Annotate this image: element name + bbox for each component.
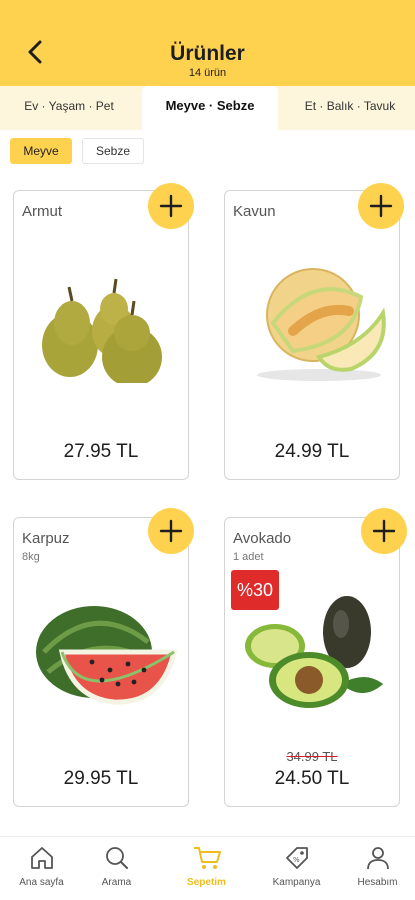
product-unit: 1 adet [233, 551, 264, 563]
melon-image [257, 268, 386, 381]
plus-icon [159, 519, 183, 543]
tab-meyve-sebze[interactable]: Meyve · Sebze [142, 86, 278, 130]
tab-ev-yasam-pet[interactable]: Ev · Yaşam · Pet [8, 86, 130, 130]
nav-cart[interactable]: Sepetim [165, 845, 248, 897]
avocado-image [245, 596, 383, 708]
category-tabs: Ev · Yaşam · Pet Meyve · Sebze Et · Balı… [0, 86, 415, 130]
nav-search[interactable]: Arama [75, 845, 158, 897]
plus-icon [369, 194, 393, 218]
product-card-avokado[interactable]: Avokado 1 adet %30 34.99 TL 24.50 TL [224, 517, 400, 807]
header: Ürünler 14 ürün [0, 0, 415, 86]
add-to-cart-armut[interactable] [148, 183, 194, 229]
product-card-armut[interactable]: Armut 27.95 TL [13, 190, 189, 480]
cart-icon [193, 847, 221, 869]
search-icon [105, 847, 128, 869]
pear-image [42, 278, 162, 383]
tab-et-balik-tavuk[interactable]: Et · Balık · Tavuk [288, 86, 412, 130]
add-to-cart-karpuz[interactable] [148, 508, 194, 554]
bottom-nav: Ana sayfa Arama Sepetim % Kampanya Hesab… [0, 836, 415, 900]
product-name: Kavun [233, 203, 276, 220]
product-unit: 8kg [22, 551, 40, 563]
nav-label: Arama [101, 877, 132, 888]
tag-icon: % [285, 847, 308, 869]
watermelon-image [36, 606, 178, 705]
product-name: Avokado [233, 530, 292, 547]
nav-label: Ana sayfa [19, 877, 64, 888]
page-title: Ürünler [170, 42, 245, 65]
user-icon [366, 847, 389, 870]
plus-icon [372, 519, 396, 543]
product-card-kavun[interactable]: Kavun 24.99 TL [224, 190, 400, 480]
product-card-karpuz[interactable]: Karpuz 8kg 29.95 TL [13, 517, 189, 807]
product-count: 14 ürün [188, 67, 227, 79]
product-price: 24.50 TL [274, 768, 350, 789]
product-name: Karpuz [22, 530, 70, 547]
nav-label: Kampanya [272, 877, 321, 888]
nav-campaign[interactable]: % Kampanya [255, 845, 338, 897]
svg-text:%: % [293, 856, 300, 864]
nav-home[interactable]: Ana sayfa [0, 845, 83, 897]
nav-label: Hesabım [357, 877, 398, 888]
chip-sebze[interactable]: Sebze [82, 138, 144, 164]
product-name: Armut [22, 203, 63, 220]
product-price: 24.99 TL [274, 441, 350, 462]
add-to-cart-kavun[interactable] [358, 183, 404, 229]
home-icon [30, 847, 53, 869]
nav-label: Sepetim [187, 877, 226, 888]
add-to-cart-avokado[interactable] [361, 508, 407, 554]
product-price: 29.95 TL [63, 768, 139, 789]
nav-account[interactable]: Hesabım [336, 845, 415, 897]
product-price: 27.95 TL [63, 441, 139, 462]
plus-icon [159, 194, 183, 218]
product-old-price: 34.99 TL [286, 749, 338, 764]
chip-meyve[interactable]: Meyve [10, 138, 72, 164]
